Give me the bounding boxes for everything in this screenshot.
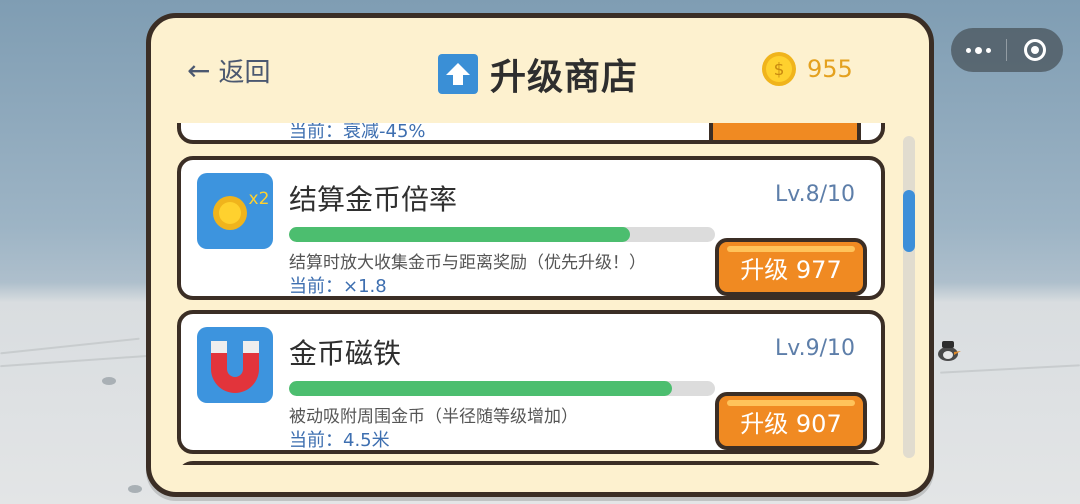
upgrade-card-partial: 当前：衰减-45% (177, 123, 885, 144)
penguin-character (938, 341, 961, 361)
upgrade-current-value: 当前：衰减-45% (289, 123, 426, 142)
upgrade-button[interactable]: 升级 977 (715, 238, 867, 296)
upgrade-card-coin-multiplier: x2 结算金币倍率 Lv.8/10 结算时放大收集金币与距离奖励（优先升级！） … (177, 156, 885, 300)
ground-track-line (0, 337, 140, 355)
coin-multiplier-badge: x2 (249, 189, 270, 209)
scrollbar-thumb[interactable] (903, 190, 915, 252)
upgrade-button[interactable] (709, 123, 861, 140)
more-dots-icon[interactable] (951, 28, 1006, 72)
coin-multiplier-icon: x2 (197, 173, 273, 249)
scrollbar-track[interactable] (903, 136, 915, 458)
upgrade-level: Lv.9/10 (775, 336, 855, 361)
upgrade-shop-panel: ← 返回 升级商店 $ 955 当前：衰减-45% x2 结算金币倍率 Lv.8… (146, 13, 934, 497)
back-arrow-icon: ← (187, 53, 211, 87)
upgrade-level: Lv.8/10 (775, 182, 855, 207)
magnet-icon (197, 327, 273, 403)
coin-balance: $ 955 (761, 51, 853, 87)
ground-rock (102, 377, 116, 385)
target-circle-icon[interactable] (1007, 28, 1062, 72)
miniprogram-capsule (951, 28, 1063, 72)
upgrade-description: 结算时放大收集金币与距离奖励（优先升级！） (289, 253, 646, 273)
upgrade-name: 金币磁铁 (289, 337, 402, 370)
upgrade-current-value: 当前：×1.8 (289, 276, 387, 297)
page-title: 升级商店 (438, 48, 638, 100)
upgrade-progress-bar (289, 227, 715, 242)
coin-icon: $ (762, 52, 796, 86)
coin-symbol: $ (774, 60, 785, 80)
upgrade-list[interactable]: 当前：衰减-45% x2 结算金币倍率 Lv.8/10 结算时放大收集金币与距离… (171, 123, 891, 465)
ground-track-line (940, 364, 1080, 374)
upgrade-progress-fill (289, 227, 630, 242)
upgrade-current-value: 当前：4.5米 (289, 430, 390, 451)
up-arrow-icon (438, 54, 478, 94)
upgrade-progress-bar (289, 381, 715, 396)
upgrade-card-coin-magnet: 金币磁铁 Lv.9/10 被动吸附周围金币（半径随等级增加） 当前：4.5米 升… (177, 310, 885, 454)
back-button[interactable]: ← 返回 (187, 52, 270, 89)
upgrade-progress-fill (289, 381, 673, 396)
ground-rock (128, 485, 142, 493)
back-label: 返回 (218, 58, 271, 88)
upgrade-button[interactable]: 升级 907 (715, 392, 867, 450)
page-title-text: 升级商店 (490, 57, 639, 98)
upgrade-description: 被动吸附周围金币（半径随等级增加） (289, 407, 578, 427)
upgrade-name: 结算金币倍率 (289, 183, 458, 216)
upgrade-card-partial (177, 461, 885, 465)
ground-track-line (0, 354, 150, 368)
coin-count: 955 (807, 55, 853, 83)
